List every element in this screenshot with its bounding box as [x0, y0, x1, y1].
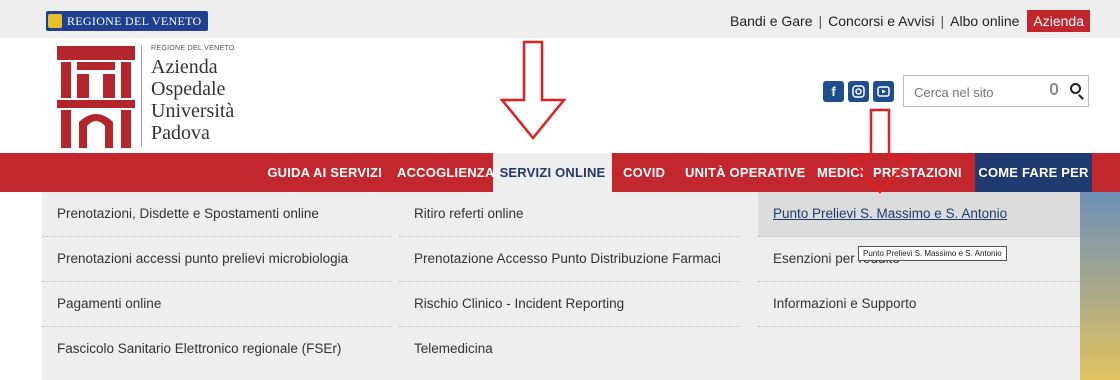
facebook-icon[interactable]: f — [823, 81, 844, 102]
search-input[interactable] — [912, 82, 1036, 102]
azienda-badge[interactable]: Azienda — [1027, 10, 1090, 32]
social-links: f — [823, 81, 894, 102]
hospital-name[interactable]: Azienda Ospedale Università Padova — [151, 56, 234, 144]
link-albo-online[interactable]: Albo online — [950, 13, 1019, 29]
instagram-icon[interactable] — [848, 81, 869, 102]
nav-item-unita-operative[interactable]: UNITÀ OPERATIVE — [685, 153, 806, 192]
dropdown-column: Prenotazioni, Disdette e Spostamenti onl… — [42, 192, 392, 372]
hospital-name-line: Azienda — [151, 56, 218, 78]
menu-item[interactable]: Rischio Clinico - Incident Reporting — [399, 282, 739, 327]
menu-item[interactable]: Prenotazione Accesso Punto Distribuzione… — [399, 237, 739, 282]
search-icon[interactable] — [1070, 83, 1081, 94]
hospital-logo-icon[interactable] — [57, 46, 135, 148]
lion-icon — [48, 14, 62, 28]
background-photo — [1080, 192, 1120, 380]
hospital-name-line: Ospedale — [151, 78, 226, 100]
menu-item[interactable]: Prenotazioni, Disdette e Spostamenti onl… — [42, 192, 392, 237]
nav-item-accoglienza[interactable]: ACCOGLIENZA — [397, 153, 495, 192]
menu-item[interactable]: Prenotazioni accessi punto prelievi micr… — [42, 237, 392, 282]
tooltip: Punto Prelievi S. Massimo e S. Antonio — [858, 246, 1007, 261]
nav-item-come-fare-per[interactable]: COME FARE PER — [975, 153, 1092, 192]
logo-small-text: REGIONE DEL VENETO — [151, 45, 235, 52]
menu-item[interactable]: Fascicolo Sanitario Elettronico regional… — [42, 327, 392, 372]
separator: | — [940, 13, 945, 29]
menu-item[interactable]: Telemedicina — [399, 327, 739, 372]
separator: | — [818, 13, 823, 29]
hospital-name-line: Università — [151, 100, 235, 122]
regione-veneto-logo[interactable]: REGIONE DEL VENETO — [46, 11, 208, 31]
top-links: Bandi e Gare | Concorsi e Avvisi | Albo … — [730, 10, 1090, 32]
menu-item-punto-prelievi[interactable]: Punto Prelievi S. Massimo e S. Antonio — [758, 192, 1080, 237]
microphone-icon[interactable] — [1050, 83, 1058, 95]
link-bandi-e-gare[interactable]: Bandi e Gare — [730, 13, 813, 29]
main-nav: GUIDA AI SERVIZI ACCOGLIENZA SERVIZI ONL… — [0, 153, 1120, 192]
nav-item-covid[interactable]: COVID — [623, 153, 665, 192]
menu-item[interactable]: Informazioni e Supporto — [758, 282, 1080, 327]
arrow-down-icon — [499, 40, 567, 140]
youtube-icon[interactable] — [873, 81, 894, 102]
link-concorsi-e-avvisi[interactable]: Concorsi e Avvisi — [828, 13, 934, 29]
background-photo — [0, 192, 42, 380]
regione-logo-text: REGIONE DEL VENETO — [67, 13, 202, 28]
hospital-name-line: Padova — [151, 122, 210, 144]
menu-item[interactable]: Ritiro referti online — [399, 192, 739, 237]
arrow-down-icon — [846, 108, 914, 194]
logo-divider — [141, 46, 142, 146]
top-bar: REGIONE DEL VENETO Bandi e Gare | Concor… — [0, 0, 1120, 38]
dropdown-column: Ritiro referti online Prenotazione Acces… — [399, 192, 739, 372]
search-box[interactable] — [903, 75, 1089, 107]
nav-item-guida-ai-servizi[interactable]: GUIDA AI SERVIZI — [262, 153, 382, 192]
nav-item-servizi-online[interactable]: SERVIZI ONLINE — [493, 153, 612, 192]
menu-item[interactable]: Pagamenti online — [42, 282, 392, 327]
